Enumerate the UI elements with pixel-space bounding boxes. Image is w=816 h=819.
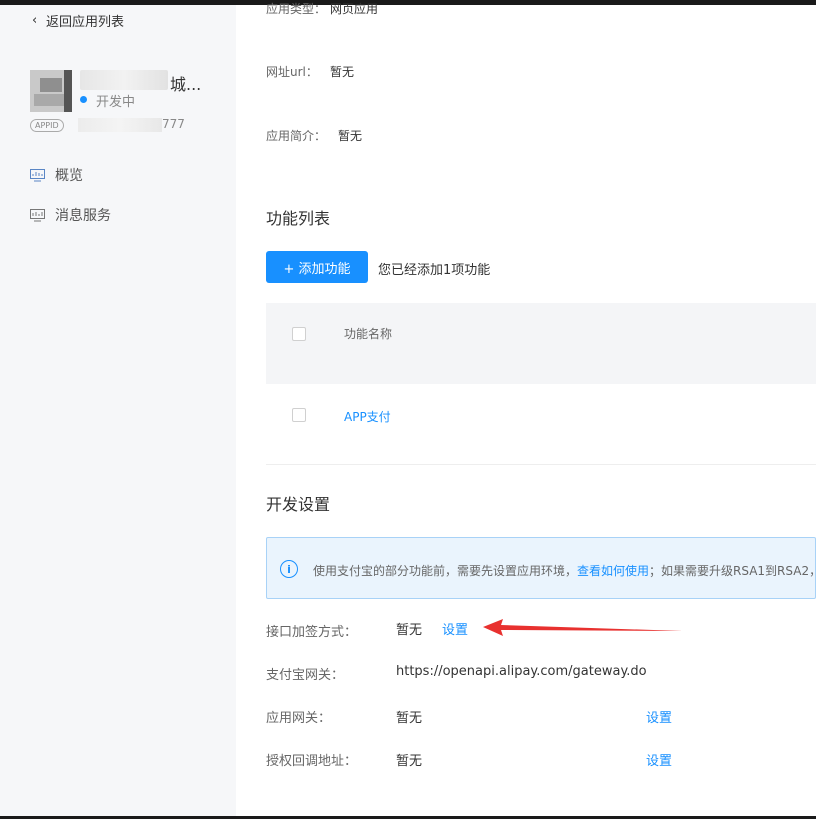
table-row: APP支付 xyxy=(266,384,816,465)
auth-callback-value: 暂无 xyxy=(396,754,423,769)
column-header-function-name: 功能名称 xyxy=(344,327,393,341)
alipay-gateway-label: 支付宝网关： xyxy=(266,668,345,683)
function-name-link[interactable]: APP支付 xyxy=(344,408,391,425)
website-url-value: 暂无 xyxy=(330,65,355,79)
back-to-app-list-link[interactable]: ‹ 返回应用列表 xyxy=(32,9,124,31)
website-url-label: 网址url： xyxy=(266,65,318,79)
row-checkbox[interactable] xyxy=(292,408,306,422)
function-table-header: 功能名称 xyxy=(266,303,816,384)
sidebar-item-label: 消息服务 xyxy=(55,208,111,224)
main-content: 应用类型： 网页应用 网址url： 暂无 应用简介： 暂无 功能列表 + 添加功… xyxy=(236,2,816,816)
alipay-gateway-value: https://openapi.alipay.com/gateway.do xyxy=(396,664,647,679)
info-icon: i xyxy=(280,560,298,578)
auth-callback-set-link[interactable]: 设置 xyxy=(646,750,672,769)
function-count-hint: 您已经添加1项功能 xyxy=(378,263,491,278)
app-avatar xyxy=(30,70,72,112)
red-arrow-annotation-icon xyxy=(483,619,683,636)
function-list-title: 功能列表 xyxy=(266,209,331,228)
sign-method-value: 暂无 xyxy=(396,623,423,638)
appid-redacted xyxy=(78,118,162,132)
notice-text: 使用支付宝的部分功能前，需要先设置应用环境，查看如何使用；如果需要升级RSA1到… xyxy=(313,564,816,578)
dev-settings-title: 开发设置 xyxy=(266,495,331,514)
appid-badge: APPID xyxy=(30,119,64,132)
sidebar-item-message-service[interactable]: 消息服务 xyxy=(30,205,111,225)
app-intro-label: 应用简介： xyxy=(266,129,327,143)
sign-method-label: 接口加签方式： xyxy=(266,625,358,640)
auth-callback-label: 授权回调地址： xyxy=(266,754,358,769)
sidebar: ‹ 返回应用列表 城... 开发中 APPID 777 概览 消息服务 xyxy=(0,5,236,816)
app-name: 城... xyxy=(170,75,202,94)
chart-monitor-icon xyxy=(30,208,45,221)
app-type-value: 网页应用 xyxy=(330,2,379,16)
how-to-use-link[interactable]: 查看如何使用 xyxy=(577,564,649,578)
back-link-label: 返回应用列表 xyxy=(46,14,125,30)
sign-method-set-link[interactable]: 设置 xyxy=(442,619,468,638)
sidebar-item-overview[interactable]: 概览 xyxy=(30,165,83,185)
add-function-button[interactable]: + 添加功能 xyxy=(266,251,368,283)
app-type-label: 应用类型： xyxy=(266,2,327,16)
app-gateway-label: 应用网关： xyxy=(266,711,332,726)
chevron-left-icon: ‹ xyxy=(32,12,38,28)
sidebar-item-label: 概览 xyxy=(55,168,83,184)
monitor-icon xyxy=(30,168,45,181)
notice-box: i 使用支付宝的部分功能前，需要先设置应用环境，查看如何使用；如果需要升级RSA… xyxy=(266,537,816,599)
app-status: 开发中 xyxy=(96,95,136,110)
app-gateway-set-link[interactable]: 设置 xyxy=(646,707,672,726)
appid-value: 777 xyxy=(162,117,185,131)
app-gateway-value: 暂无 xyxy=(396,711,423,726)
select-all-checkbox[interactable] xyxy=(292,327,306,341)
status-dot xyxy=(80,96,87,103)
app-name-redacted xyxy=(80,70,168,90)
app-intro-value: 暂无 xyxy=(338,129,363,143)
